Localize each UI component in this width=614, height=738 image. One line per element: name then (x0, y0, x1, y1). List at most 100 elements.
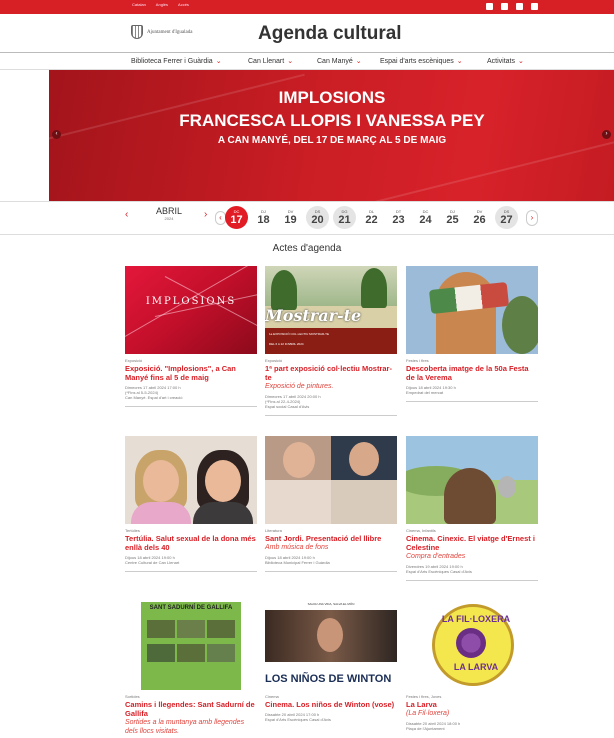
divider (406, 580, 538, 581)
event-image[interactable]: IMPLOSIONS (125, 266, 257, 354)
chevron-down-icon: ⌄ (518, 58, 524, 65)
event-category: Exposició (265, 358, 283, 363)
event-meta: Dissabte 20 abril 2024 17:00 h Espai d'Ar… (265, 712, 331, 722)
day-number: 19 (284, 214, 297, 226)
event-image[interactable]: SANT SADURNÍ DE GALLIFA (125, 602, 257, 690)
day-20[interactable]: DS 20 (306, 206, 329, 229)
event-title[interactable]: 1ª part exposició col·lectiu Mostrar-te (265, 364, 397, 382)
event-category: Festes i fires, Joves (406, 694, 442, 699)
event-card[interactable]: Tertúlies Tertúlia. Salut sexual de la d… (125, 436, 257, 572)
day-22[interactable]: DL 22 (360, 206, 383, 229)
day-19[interactable]: DV 19 (279, 206, 302, 229)
day-number: 24 (419, 214, 432, 226)
twitter-icon[interactable] (486, 3, 493, 10)
event-card[interactable]: LA FIL·LOXERA LA LARVA Festes i fires, J… (406, 602, 538, 731)
event-card[interactable]: Mostrar-te 1a EXPOSICIÓ COL·LECTIU MOSTR… (265, 266, 397, 416)
nav-item-arts-esceniques[interactable]: Espai d'arts escèniques ⌄ (380, 57, 463, 65)
day-number: 22 (365, 214, 378, 226)
event-card[interactable]: IMPLOSIONS Exposició Exposició. "Implosi… (125, 266, 257, 407)
event-meta: Dijous 18 abril 2024 19:30 h Empedrat del… (406, 385, 456, 395)
day-number: 25 (446, 214, 459, 226)
topbar-link[interactable]: Catalan (132, 2, 146, 7)
day-number: 23 (392, 214, 405, 226)
event-meta: Dimecres 17 abril 2024 17:00 h (*Fins al … (125, 385, 183, 400)
event-meta: Dijous 18 abril 2024 19:00 h Centre Cultu… (125, 555, 180, 565)
event-image[interactable] (265, 436, 397, 524)
event-title[interactable]: Exposició. "Implosions", a Can Manyé fin… (125, 364, 257, 382)
chevron-down-icon: ⌄ (456, 58, 463, 65)
event-meta: Dijous 18 abril 2024 19:00 h Biblioteca M… (265, 555, 330, 565)
event-meta: Dissabte 20 abril 2024 18:00 h Plaça de l… (406, 721, 461, 731)
site-header: Ajuntament d'Igualada Agenda cultural (0, 14, 614, 52)
day-number: 27 (500, 214, 513, 226)
event-image[interactable] (125, 436, 257, 524)
site-logo[interactable]: Ajuntament d'Igualada (131, 25, 192, 39)
topbar-link[interactable]: Anglès (156, 2, 168, 7)
event-card[interactable]: Cinema, Infantils Cinema. Cinexic. El vi… (406, 436, 538, 581)
image-caption: LOS NIÑOS DE WINTON (265, 668, 397, 690)
divider (406, 401, 538, 402)
nav-item-can-manye[interactable]: Can Manyé ⌄ (317, 57, 362, 65)
topbar-link[interactable]: Accés (178, 2, 189, 7)
facebook-icon[interactable] (501, 3, 508, 10)
youtube-icon[interactable] (531, 3, 538, 10)
event-card[interactable]: SALVA UNA VIDA, SALVA EL MÓN LOS NIÑOS D… (265, 602, 397, 722)
month-label: ABRIL 2024 (155, 206, 182, 221)
event-card[interactable]: SANT SADURNÍ DE GALLIFA Sortides Camins … (125, 602, 257, 736)
day-number: 18 (257, 214, 270, 226)
event-image[interactable]: Mostrar-te 1a EXPOSICIÓ COL·LECTIU MOSTR… (265, 266, 397, 354)
day-number: 20 (311, 214, 324, 226)
event-title[interactable]: Camins i llegendes: Sant Sadurní de Gall… (125, 700, 257, 718)
divider (265, 415, 397, 416)
image-caption: LA FIL·LOXERA (441, 614, 511, 624)
event-image[interactable] (406, 266, 538, 354)
event-category: Festes i fires (406, 358, 429, 363)
day-25[interactable]: DJ 25 (441, 206, 464, 229)
event-title[interactable]: Cinema. Los niños de Winton (vose) (265, 700, 397, 709)
event-subtitle: Amb música de fons (265, 544, 329, 551)
hero-dates: A CAN MANYÉ, DEL 17 DE MARÇ AL 5 DE MAIG (217, 135, 447, 146)
event-category: Tertúlies (125, 528, 140, 533)
day-24[interactable]: DC 24 (414, 206, 437, 229)
day-21[interactable]: DG 21 (333, 206, 356, 229)
days-next-icon[interactable]: › (526, 210, 538, 226)
hero-banner[interactable]: IMPLOSIONS FRANCESCA LLOPIS I VANESSA PE… (49, 70, 614, 201)
day-26[interactable]: DV 26 (468, 206, 491, 229)
image-caption: Mostrar-te (265, 306, 362, 325)
event-category: Cinema (265, 694, 279, 699)
main-nav: Biblioteca Ferrer i Guàrdia ⌄ Can Llenart… (0, 52, 614, 70)
chevron-down-icon: ⌄ (355, 58, 362, 65)
event-title[interactable]: Descoberta imatge de la 50a Festa de la … (406, 364, 538, 382)
event-title[interactable]: Sant Jordi. Presentació del llibre (265, 534, 397, 543)
event-image[interactable]: LA FIL·LOXERA LA LARVA (406, 602, 538, 690)
event-image[interactable]: SALVA UNA VIDA, SALVA EL MÓN LOS NIÑOS D… (265, 602, 397, 690)
nav-item-biblioteca[interactable]: Biblioteca Ferrer i Guàrdia ⌄ (131, 57, 222, 65)
event-subtitle: Exposició de pintures. (265, 383, 334, 390)
image-caption: SANT SADURNÍ DE GALLIFA (149, 605, 233, 611)
day-18[interactable]: DJ 18 (252, 206, 275, 229)
event-subtitle[interactable]: Compra d'entrades (406, 552, 538, 561)
event-title[interactable]: La Larva (406, 700, 538, 709)
page-title: Agenda cultural (258, 23, 402, 44)
event-card[interactable]: Literatura Sant Jordi. Presentació del l… (265, 436, 397, 572)
instagram-icon[interactable] (516, 3, 523, 10)
date-selector: ‹ ABRIL 2024 › ‹ DC 17 DJ 18 DV 19 DS 20 DG 21 DL 2… (0, 201, 614, 235)
hero-title: IMPLOSIONS (278, 88, 386, 107)
day-17[interactable]: DC 17 (225, 206, 248, 229)
carousel-next-icon[interactable]: › (602, 130, 611, 139)
month-next-icon[interactable]: › (204, 209, 207, 220)
event-card[interactable]: Festes i fires Descoberta imatge de la 5… (406, 266, 538, 402)
nav-item-can-llenart[interactable]: Can Llenart ⌄ (248, 57, 293, 65)
day-27[interactable]: DS 27 (495, 206, 518, 229)
event-title[interactable]: Tertúlia. Salut sexual de la dona més en… (125, 534, 257, 552)
event-image[interactable] (406, 436, 538, 524)
divider (125, 571, 257, 572)
carousel-prev-icon[interactable]: ‹ (52, 130, 61, 139)
nav-item-activitats[interactable]: Activitats ⌄ (487, 57, 524, 65)
divider (265, 571, 397, 572)
event-category: Cinema, Infantils (406, 528, 436, 533)
image-caption: LA LARVA (453, 662, 499, 672)
day-23[interactable]: DT 23 (387, 206, 410, 229)
month-prev-icon[interactable]: ‹ (125, 209, 128, 220)
event-title[interactable]: Cinema. Cinexic. El viatge d'Ernest i Ce… (406, 534, 538, 552)
